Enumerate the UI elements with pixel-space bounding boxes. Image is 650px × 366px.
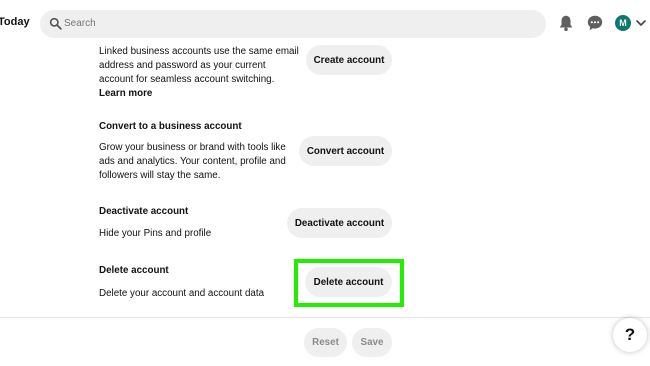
delete-title: Delete account <box>99 265 169 276</box>
linked-accounts-description: Linked business accounts use the same em… <box>99 45 299 101</box>
today-nav-link[interactable]: Today <box>0 16 30 28</box>
footer-divider <box>0 317 650 318</box>
save-button[interactable]: Save <box>352 328 392 357</box>
search-placeholder: Search <box>64 18 96 29</box>
help-button[interactable]: ? <box>613 318 647 352</box>
linked-desc-line: address and password as your current <box>99 60 266 71</box>
convert-desc-line: followers will stay the same. <box>99 170 221 181</box>
deactivate-account-button[interactable]: Deactivate account <box>287 208 392 238</box>
convert-description: Grow your business or brand with tools l… <box>99 141 299 183</box>
convert-desc-line: ads and analytics. Your content, profile… <box>99 156 286 167</box>
avatar[interactable]: M <box>615 15 631 31</box>
search-icon <box>49 17 62 30</box>
page: Today Search M Linked business accounts … <box>0 0 650 366</box>
create-account-button[interactable]: Create account <box>306 45 392 75</box>
reset-button[interactable]: Reset <box>304 328 347 357</box>
linked-desc-line: account for seamless account switching. <box>99 74 275 85</box>
linked-desc-line: Linked business accounts use the same em… <box>99 46 299 57</box>
chevron-down-icon[interactable] <box>636 19 646 27</box>
delete-account-button[interactable]: Delete account <box>305 267 392 297</box>
bell-icon[interactable] <box>557 14 575 32</box>
convert-account-button[interactable]: Convert account <box>299 136 392 166</box>
top-header: Today Search M <box>0 0 650 48</box>
convert-title: Convert to a business account <box>99 121 242 132</box>
search-bar[interactable]: Search <box>40 10 546 38</box>
messages-icon[interactable] <box>586 14 604 32</box>
deactivate-description: Hide your Pins and profile <box>99 228 212 239</box>
convert-desc-line: Grow your business or brand with tools l… <box>99 142 286 153</box>
delete-description: Delete your account and account data <box>99 288 265 299</box>
deactivate-title: Deactivate account <box>99 206 189 217</box>
learn-more-link[interactable]: Learn more <box>99 87 299 101</box>
